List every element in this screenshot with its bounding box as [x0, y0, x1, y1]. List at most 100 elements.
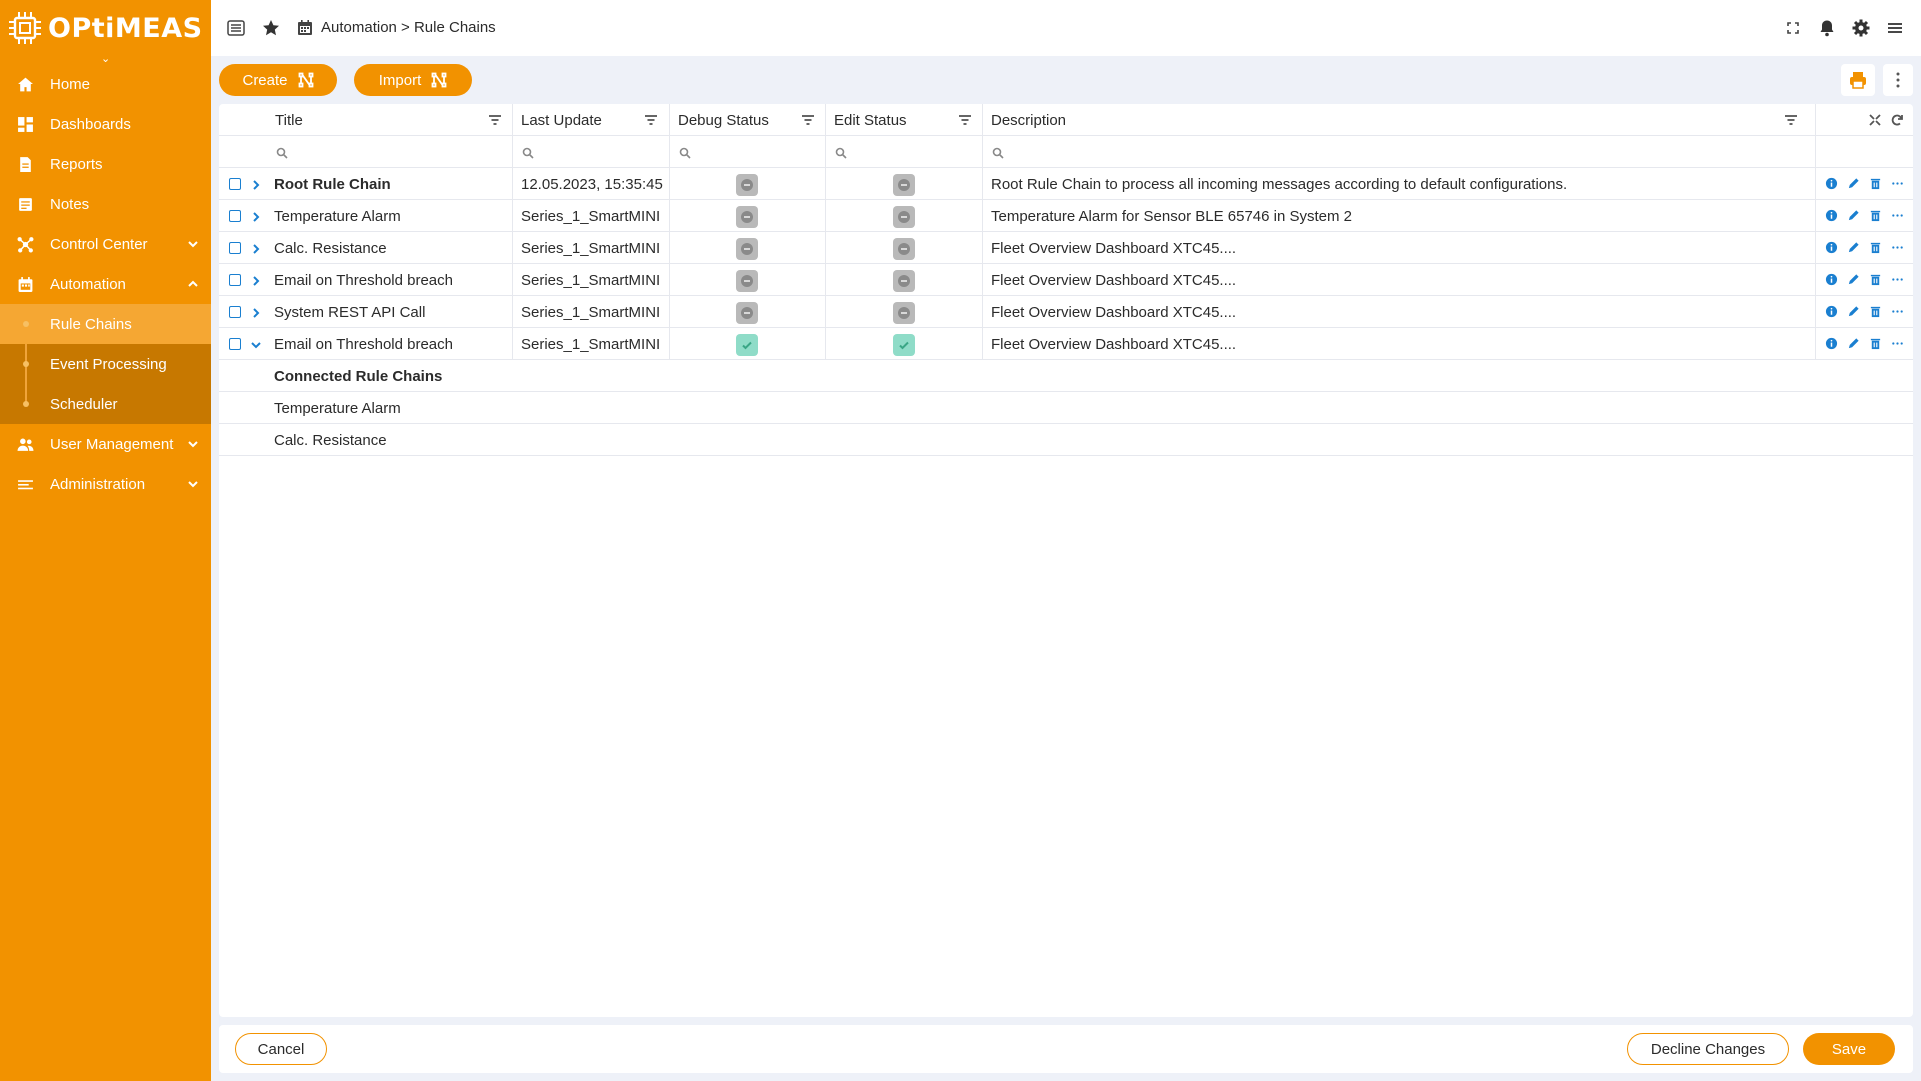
- filter-icon[interactable]: [644, 113, 658, 127]
- cancel-button[interactable]: Cancel: [235, 1033, 327, 1065]
- row-checkbox[interactable]: [229, 338, 241, 350]
- debug-status-off-icon[interactable]: [736, 302, 758, 324]
- info-icon[interactable]: [1824, 272, 1838, 286]
- row-checkbox[interactable]: [229, 306, 241, 318]
- sidebar-item-dashboards[interactable]: Dashboards: [0, 104, 211, 144]
- list-item[interactable]: Temperature Alarm: [219, 392, 1913, 424]
- more-horizontal-icon[interactable]: [1890, 272, 1904, 286]
- import-button-label: Import: [378, 71, 422, 89]
- more-horizontal-icon[interactable]: [1890, 336, 1904, 350]
- trash-icon[interactable]: [1868, 272, 1882, 286]
- chevron-right-icon[interactable]: [250, 210, 262, 222]
- edit-icon[interactable]: [1846, 336, 1860, 350]
- debug-status-off-icon[interactable]: [736, 238, 758, 260]
- chevron-right-icon[interactable]: [250, 178, 262, 190]
- info-icon[interactable]: [1824, 176, 1838, 190]
- edit-icon[interactable]: [1846, 304, 1860, 318]
- table-row[interactable]: Root Rule Chain 12.05.2023, 15:35:45 Roo…: [219, 168, 1913, 200]
- save-button[interactable]: Save: [1803, 1033, 1895, 1065]
- list-item[interactable]: Calc. Resistance: [219, 424, 1913, 456]
- sidebar-item-home[interactable]: Home: [0, 64, 211, 104]
- import-button[interactable]: Import: [354, 64, 472, 96]
- trash-icon[interactable]: [1868, 208, 1882, 222]
- edit-status-off-icon[interactable]: [893, 302, 915, 324]
- more-horizontal-icon[interactable]: [1890, 208, 1904, 222]
- edit-icon[interactable]: [1846, 240, 1860, 254]
- search-icon[interactable]: [522, 146, 534, 159]
- info-icon[interactable]: [1824, 304, 1838, 318]
- more-horizontal-icon[interactable]: [1890, 176, 1904, 190]
- column-header-last-update[interactable]: Last Update: [521, 112, 602, 129]
- info-icon[interactable]: [1824, 336, 1838, 350]
- column-header-edit-status[interactable]: Edit Status: [834, 112, 907, 129]
- decline-changes-button[interactable]: Decline Changes: [1627, 1033, 1789, 1065]
- star-icon[interactable]: [261, 18, 281, 38]
- chevron-right-icon[interactable]: [250, 274, 262, 286]
- sidebar-item-automation[interactable]: Automation: [0, 264, 211, 304]
- row-checkbox[interactable]: [229, 242, 241, 254]
- trash-icon[interactable]: [1868, 336, 1882, 350]
- table-row[interactable]: Calc. Resistance Series_1_SmartMINI Flee…: [219, 232, 1913, 264]
- more-horizontal-icon[interactable]: [1890, 304, 1904, 318]
- filter-icon[interactable]: [488, 113, 502, 127]
- edit-status-off-icon[interactable]: [893, 174, 915, 196]
- print-button[interactable]: [1841, 64, 1875, 96]
- fullscreen-icon[interactable]: [1783, 18, 1803, 38]
- row-checkbox[interactable]: [229, 178, 241, 190]
- edit-status-on-icon[interactable]: [893, 334, 915, 356]
- debug-status-on-icon[interactable]: [736, 334, 758, 356]
- brand-logo: OPtiMEAS: [8, 10, 204, 46]
- create-button[interactable]: Create: [219, 64, 337, 96]
- search-icon[interactable]: [679, 146, 691, 159]
- sidebar-item-user-management[interactable]: User Management: [0, 424, 211, 464]
- debug-status-off-icon[interactable]: [736, 174, 758, 196]
- chevron-right-icon[interactable]: [250, 242, 262, 254]
- refresh-icon[interactable]: [1890, 113, 1904, 127]
- edit-status-off-icon[interactable]: [893, 270, 915, 292]
- row-checkbox[interactable]: [229, 274, 241, 286]
- sidebar-item-rule-chains[interactable]: Rule Chains: [0, 304, 211, 344]
- table-row[interactable]: Email on Threshold breach Series_1_Smart…: [219, 328, 1913, 360]
- edit-status-off-icon[interactable]: [893, 206, 915, 228]
- info-icon[interactable]: [1824, 240, 1838, 254]
- collapse-all-icon[interactable]: [1868, 113, 1882, 127]
- row-checkbox[interactable]: [229, 210, 241, 222]
- trash-icon[interactable]: [1868, 240, 1882, 254]
- table-row[interactable]: Temperature Alarm Series_1_SmartMINI Tem…: [219, 200, 1913, 232]
- filter-icon[interactable]: [801, 113, 815, 127]
- edit-icon[interactable]: [1846, 272, 1860, 286]
- trash-icon[interactable]: [1868, 176, 1882, 190]
- edit-icon[interactable]: [1846, 176, 1860, 190]
- search-icon[interactable]: [276, 146, 288, 159]
- table-row[interactable]: Email on Threshold breach Series_1_Smart…: [219, 264, 1913, 296]
- sidebar-item-notes[interactable]: Notes: [0, 184, 211, 224]
- sidebar-item-administration[interactable]: Administration: [0, 464, 211, 504]
- sidebar-item-scheduler[interactable]: Scheduler: [0, 384, 211, 424]
- chevron-right-icon[interactable]: [250, 306, 262, 318]
- column-header-debug-status[interactable]: Debug Status: [678, 112, 769, 129]
- filter-icon[interactable]: [958, 113, 972, 127]
- bell-icon[interactable]: [1817, 18, 1837, 38]
- trash-icon[interactable]: [1868, 304, 1882, 318]
- sidebar-toggle-icon[interactable]: [226, 18, 246, 38]
- edit-icon[interactable]: [1846, 208, 1860, 222]
- debug-status-off-icon[interactable]: [736, 206, 758, 228]
- column-header-description[interactable]: Description: [991, 112, 1066, 129]
- sidebar-item-event-processing[interactable]: Event Processing: [0, 344, 211, 384]
- chevron-down-icon[interactable]: [250, 338, 262, 350]
- filter-icon[interactable]: [1784, 113, 1798, 127]
- table-row[interactable]: System REST API Call Series_1_SmartMINI …: [219, 296, 1913, 328]
- info-icon[interactable]: [1824, 208, 1838, 222]
- search-icon[interactable]: [835, 146, 847, 159]
- rule-chain-icon: [298, 72, 313, 88]
- gear-icon[interactable]: [1851, 18, 1871, 38]
- sidebar-item-control-center[interactable]: Control Center: [0, 224, 211, 264]
- more-options-button[interactable]: [1883, 64, 1913, 96]
- column-header-title[interactable]: Title: [275, 112, 303, 129]
- search-icon[interactable]: [992, 146, 1004, 159]
- edit-status-off-icon[interactable]: [893, 238, 915, 260]
- menu-icon[interactable]: [1885, 18, 1905, 38]
- sidebar-item-reports[interactable]: Reports: [0, 144, 211, 184]
- debug-status-off-icon[interactable]: [736, 270, 758, 292]
- more-horizontal-icon[interactable]: [1890, 240, 1904, 254]
